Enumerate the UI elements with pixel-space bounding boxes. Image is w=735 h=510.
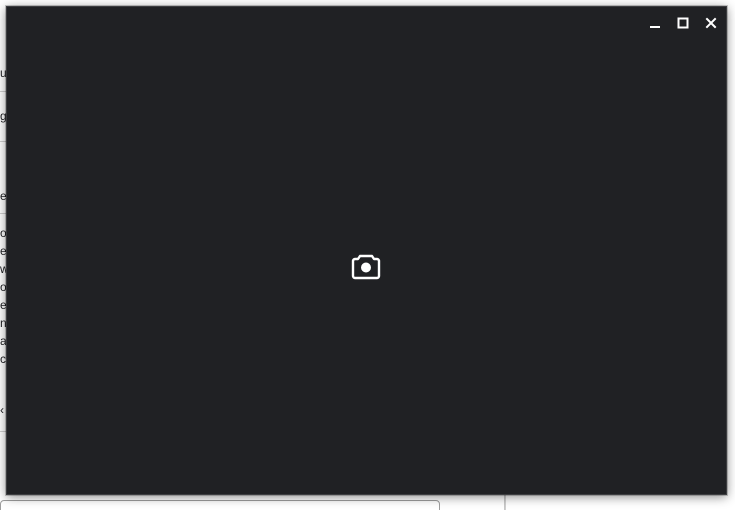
background-divider bbox=[504, 494, 505, 510]
close-button[interactable] bbox=[700, 13, 722, 33]
maximize-button[interactable] bbox=[672, 13, 694, 33]
camera-window bbox=[6, 6, 727, 495]
desktop: u g e o e w of e n a c ‹ bbox=[0, 0, 735, 510]
minimize-button[interactable] bbox=[644, 13, 666, 33]
camera-placeholder bbox=[350, 250, 382, 282]
camera-icon bbox=[351, 254, 381, 280]
window-controls bbox=[644, 13, 722, 33]
background-input-field[interactable] bbox=[0, 500, 440, 510]
close-icon bbox=[705, 17, 717, 29]
maximize-icon bbox=[677, 17, 689, 29]
minimize-icon bbox=[650, 26, 660, 28]
